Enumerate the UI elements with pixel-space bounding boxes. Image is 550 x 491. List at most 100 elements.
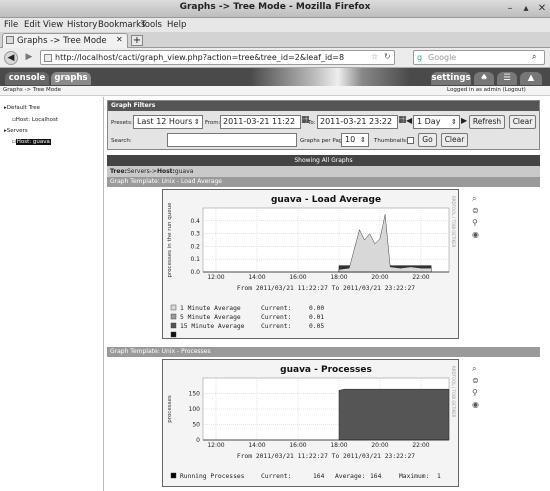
y-axis-label: processes: [167, 395, 173, 423]
x-tick-label: 14:00: [248, 442, 265, 449]
close-icon[interactable]: ✕: [535, 2, 549, 15]
properties-icon[interactable]: ⚲: [472, 217, 479, 229]
preview-view-icon[interactable]: ▲: [520, 72, 542, 85]
chevron-down-icon: ⇕: [451, 118, 457, 126]
graph-filters: Graph Filters Presets: Last 12 Hours ⇕ F…: [107, 100, 540, 150]
list-view-icon[interactable]: ☰: [497, 72, 517, 85]
legend-current-label: Current:: [261, 323, 291, 330]
menu-view[interactable]: View: [43, 20, 63, 30]
legend-current-value: 0.01: [309, 314, 324, 321]
y-tick-label: 0.1: [190, 256, 200, 263]
clear-search-button[interactable]: Clear: [441, 133, 468, 147]
url-bar[interactable]: http://localhost/cacti/graph_view.php?ac…: [40, 50, 395, 65]
search-icon[interactable]: ⌕: [532, 52, 536, 62]
go-button[interactable]: Go: [418, 133, 437, 147]
tree-path-host[interactable]: guava: [175, 168, 194, 175]
menu-file[interactable]: File: [4, 20, 18, 30]
processes-graph[interactable]: guava - Processes processes RRDTOOL / TOBI…: [162, 359, 459, 487]
forward-icon[interactable]: ▶: [22, 51, 36, 65]
legend-label: 1 Minute Average: [180, 305, 241, 312]
minimize-icon[interactable]: –: [503, 2, 517, 15]
x-tick-label: 22:00: [412, 442, 429, 449]
legend-label: Running Processes: [180, 473, 245, 480]
date-range-text: From 2011/03/21 11:22:27 To 2011/03/21 2…: [237, 285, 415, 292]
plot-area: [202, 207, 450, 273]
tree-item-selected[interactable]: ▫Host: guava: [12, 139, 51, 145]
series-area: [338, 388, 450, 441]
search-field[interactable]: [167, 133, 297, 147]
navigation-bar: ◀ ▶ http://localhost/cacti/graph_view.ph…: [0, 48, 550, 68]
clear-button[interactable]: Clear: [509, 115, 536, 129]
maximize-icon[interactable]: ▴: [519, 2, 533, 15]
reload-icon[interactable]: ↻: [384, 52, 391, 61]
to-input[interactable]: 2011-03-21 23:22: [317, 115, 398, 129]
zoom-icon[interactable]: ⌕: [472, 363, 479, 375]
search-engine-icon: g: [417, 53, 423, 62]
properties-icon[interactable]: ⚲: [472, 387, 479, 399]
login-status[interactable]: Logged in as admin (Logout): [447, 87, 526, 93]
chart-title: guava - Load Average: [271, 195, 381, 205]
legend-swatch: [170, 472, 177, 479]
export-icon[interactable]: ⊜: [472, 205, 479, 217]
tree-item[interactable]: ▸Default Tree: [4, 105, 40, 111]
shift-right-icon[interactable]: ▶: [461, 116, 467, 125]
zoom-icon[interactable]: ⌕: [472, 193, 479, 205]
search-box[interactable]: g Google ⌕: [413, 50, 545, 65]
browser-tab[interactable]: Graphs -> Tree Mode ✕: [2, 33, 128, 48]
y-tick-label: 150: [189, 391, 201, 398]
legend-label: 5 Minute Average: [180, 314, 241, 321]
site-icon: [44, 54, 52, 62]
x-tick-label: 20:00: [371, 274, 388, 281]
export-icon[interactable]: ⊜: [472, 375, 479, 387]
tree-item[interactable]: ▸Servers: [4, 128, 28, 134]
filters-title: Graph Filters: [111, 102, 156, 109]
per-page-select[interactable]: 10 ⇕: [341, 133, 369, 147]
chevron-down-icon: ⇕: [360, 136, 366, 144]
tab-settings[interactable]: settings: [431, 72, 471, 85]
y-tick-label: 0.3: [190, 231, 200, 238]
cacti-header: console graphs settings ♠ ☰ ▲: [0, 68, 550, 86]
realtime-icon[interactable]: ◉: [472, 229, 479, 241]
legend-label: 15 Minute Average: [180, 323, 245, 330]
tree-item-label: Servers: [6, 128, 28, 134]
menu-tools[interactable]: Tools: [141, 20, 162, 30]
to-value: 2011-03-21 23:22: [320, 117, 393, 126]
legend-current-label: Current:: [261, 305, 291, 312]
thumbnails-checkbox[interactable]: [407, 137, 414, 144]
y-tick-label: 100: [189, 406, 201, 413]
back-icon[interactable]: ◀: [4, 51, 18, 65]
menu-help[interactable]: Help: [167, 20, 186, 30]
legend-swatch: [170, 322, 177, 329]
from-label: From:: [205, 120, 221, 126]
y-tick-label: 0.0: [190, 269, 200, 276]
refresh-button[interactable]: Refresh: [469, 115, 505, 129]
tree-view-icon[interactable]: ♠: [474, 72, 494, 85]
menu-history[interactable]: History: [67, 20, 97, 30]
breadcrumb[interactable]: Graphs -> Tree Mode: [3, 87, 61, 93]
tree-path[interactable]: Servers->: [127, 168, 157, 175]
tree-path-bar: Tree:Servers->Host:guava: [107, 166, 540, 177]
timespan-select[interactable]: 1 Day ⇕: [413, 115, 460, 129]
y-tick-label: 0.2: [190, 243, 200, 250]
tab-graphs[interactable]: graphs: [51, 72, 91, 85]
bookmark-star-icon[interactable]: ☆: [371, 52, 378, 61]
tree-path-host-label: Host:: [156, 168, 175, 175]
load-average-graph[interactable]: guava - Load Average processes in the run…: [162, 189, 459, 339]
chart-title: guava - Processes: [280, 365, 372, 375]
legend-average-value: 164: [370, 473, 382, 480]
thumbnails-label: Thumbnails:: [374, 138, 408, 144]
menu-edit[interactable]: Edit: [24, 20, 40, 30]
date-range-text: From 2011/03/21 11:22:27 To 2011/03/21 2…: [237, 453, 415, 460]
tree-item[interactable]: ▫Host: Localhost: [12, 117, 58, 123]
tab-close-icon[interactable]: ✕: [116, 35, 123, 44]
new-tab-icon[interactable]: +: [131, 35, 143, 46]
x-tick-label: 12:00: [207, 274, 224, 281]
menu-bookmarks[interactable]: Bookmarks: [98, 20, 146, 30]
to-label: To:: [308, 120, 316, 126]
shift-left-icon[interactable]: ◀: [406, 116, 412, 125]
window-titlebar: Graphs -> Tree Mode - Mozilla Firefox – …: [0, 0, 550, 18]
tab-console[interactable]: console: [5, 72, 49, 85]
realtime-icon[interactable]: ◉: [472, 399, 479, 411]
from-input[interactable]: 2011-03-21 11:22: [220, 115, 301, 129]
presets-select[interactable]: Last 12 Hours ⇕: [133, 115, 203, 129]
